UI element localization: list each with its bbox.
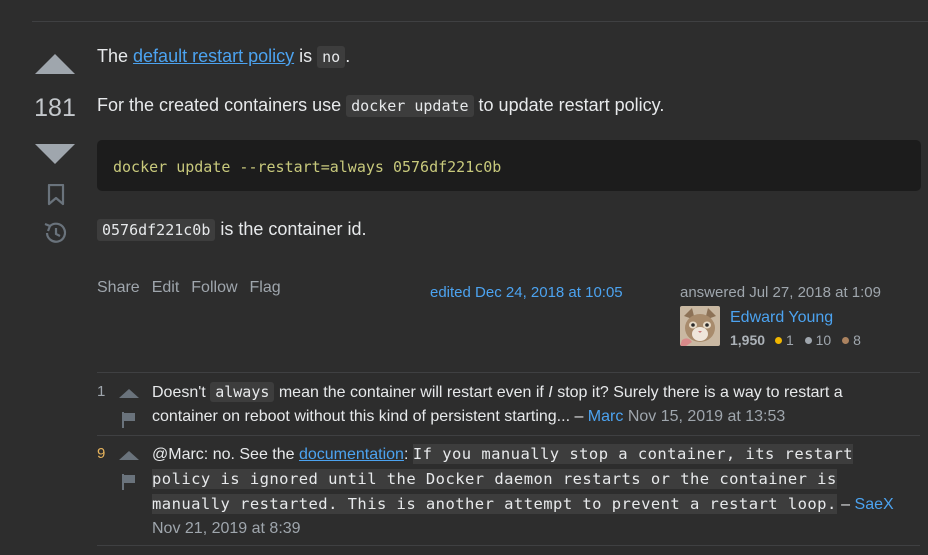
inline-code-container-id: 0576df221c0b bbox=[97, 219, 216, 241]
comment-date[interactable]: Nov 21, 2019 at 8:39 bbox=[152, 520, 301, 537]
history-icon[interactable] bbox=[42, 220, 68, 246]
bronze-badge-icon bbox=[842, 337, 850, 344]
comment-body: @Marc: no. See the documentation: If you… bbox=[152, 444, 894, 537]
quoted-code-line-2: policy is ignored until the Docker daemo… bbox=[152, 469, 837, 489]
avatar[interactable] bbox=[680, 306, 720, 346]
share-link[interactable]: Share bbox=[97, 279, 140, 296]
comment-user-link[interactable]: SaeX bbox=[855, 496, 894, 513]
default-restart-policy-link[interactable]: default restart policy bbox=[133, 46, 294, 66]
flag-link[interactable]: Flag bbox=[250, 279, 281, 296]
silver-badge-count: 10 bbox=[815, 332, 832, 348]
inline-code-docker-update: docker update bbox=[346, 95, 474, 117]
comment-divider bbox=[97, 545, 920, 546]
answer-paragraph-3: 0576df221c0b is the container id. bbox=[97, 217, 366, 242]
reputation-score: 1,950 bbox=[730, 332, 766, 348]
top-divider bbox=[32, 21, 928, 22]
user-stats: 1,950 1 10 8 bbox=[730, 328, 868, 352]
bronze-badge-count: 8 bbox=[853, 332, 861, 348]
inline-code-always: always bbox=[210, 382, 275, 402]
documentation-link[interactable]: documentation bbox=[299, 446, 404, 463]
answer-paragraph-2: For the created containers use docker up… bbox=[97, 95, 665, 117]
gold-badge-count: 1 bbox=[785, 332, 794, 348]
follow-link[interactable]: Follow bbox=[191, 279, 237, 296]
gold-badge-icon bbox=[774, 337, 782, 344]
user-name-link[interactable]: Edward Young bbox=[730, 306, 833, 330]
vote-count: 181 bbox=[34, 94, 76, 122]
edited-timestamp[interactable]: edited Dec 24, 2018 at 10:05 bbox=[430, 281, 623, 305]
silver-badge-icon bbox=[804, 337, 812, 344]
bookmark-icon[interactable] bbox=[47, 184, 65, 206]
comment-upvote-icon[interactable] bbox=[119, 389, 139, 398]
comment-user-link[interactable]: Marc bbox=[588, 408, 624, 425]
upvote-button[interactable] bbox=[35, 54, 75, 74]
answered-timestamp: answered Jul 27, 2018 at 1:09 bbox=[680, 284, 881, 301]
post-actions: Share Edit Follow Flag bbox=[97, 276, 293, 300]
code-block: docker update --restart=always 0576df221… bbox=[97, 140, 921, 191]
comment-flag-icon[interactable] bbox=[120, 411, 138, 429]
answer-paragraph-1: The default restart policy is no. bbox=[97, 46, 351, 68]
comment-score: 9 bbox=[97, 445, 106, 462]
comment-divider bbox=[97, 372, 920, 373]
comment-body: Doesn't always mean the container will r… bbox=[152, 382, 843, 425]
quoted-code-line-1: If you manually stop a container, its re… bbox=[412, 444, 854, 464]
cat-avatar-image bbox=[680, 306, 720, 346]
comment-flag-icon[interactable] bbox=[120, 473, 138, 491]
comment-upvote-icon[interactable] bbox=[119, 451, 139, 460]
inline-code-no: no bbox=[317, 46, 346, 68]
quoted-code-line-3: manually restarted. This is another atte… bbox=[152, 494, 837, 514]
downvote-button[interactable] bbox=[35, 144, 75, 164]
edit-link[interactable]: Edit bbox=[152, 279, 180, 296]
comment-divider bbox=[97, 435, 920, 436]
comment-date[interactable]: Nov 15, 2019 at 13:53 bbox=[628, 408, 785, 425]
comment-score: 1 bbox=[97, 383, 106, 400]
